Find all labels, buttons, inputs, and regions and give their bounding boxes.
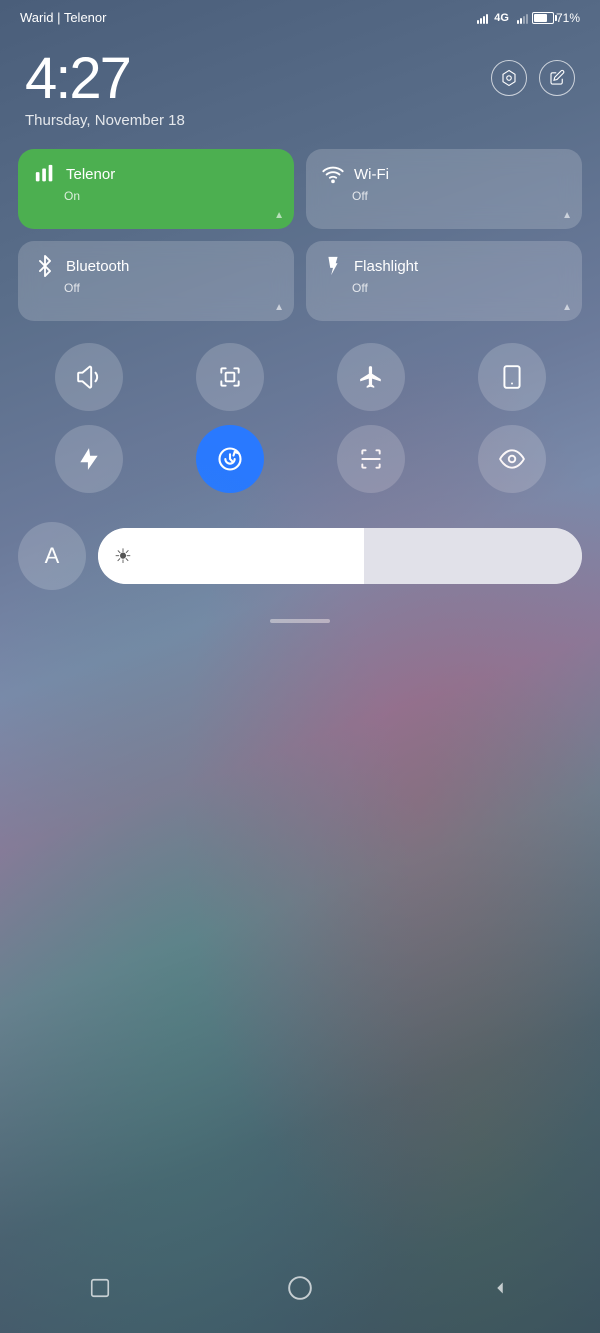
battery-percent: 71%: [556, 11, 580, 25]
scan-button[interactable]: [337, 425, 405, 493]
wifi-icon: [322, 163, 344, 185]
icon-row-2: [18, 425, 582, 493]
screenshot-button[interactable]: [196, 343, 264, 411]
bluetooth-icon: [34, 255, 56, 277]
brightness-fill: [98, 528, 364, 584]
clock-section: 4:27 Thursday, November 18: [0, 30, 600, 144]
airplane-button[interactable]: [337, 343, 405, 411]
telenor-corner-arrow: ▲: [274, 210, 284, 221]
icon-buttons-section: [0, 338, 600, 512]
brightness-section: A ☀: [0, 512, 600, 595]
wifi-status: Off: [352, 189, 566, 203]
flashlight-icon: [322, 255, 344, 277]
back-button[interactable]: [482, 1270, 518, 1306]
brightness-sun-icon: ☀: [114, 544, 132, 569]
tile-wifi[interactable]: Wi-Fi Off ▲: [306, 149, 582, 229]
battery-indicator: 71%: [532, 11, 580, 25]
tile-bluetooth[interactable]: Bluetooth Off ▲: [18, 241, 294, 321]
lock-rotation-button[interactable]: [478, 343, 546, 411]
focus-mode-button[interactable]: [196, 425, 264, 493]
bluetooth-status: Off: [64, 281, 278, 295]
wifi-corner-arrow: ▲: [562, 210, 572, 221]
tile-telenor[interactable]: Telenor On ▲: [18, 149, 294, 229]
network-type-badge: 4G: [494, 12, 509, 24]
home-indicator: [270, 619, 330, 623]
telenor-status: On: [64, 189, 278, 203]
signal-icon: [34, 163, 56, 185]
reading-mode-button[interactable]: [478, 425, 546, 493]
font-label: A: [45, 543, 60, 569]
wifi-label: Wi-Fi: [354, 166, 389, 183]
brightness-unfilled: [364, 528, 582, 584]
nav-bar: [0, 1253, 600, 1333]
bluetooth-corner-arrow: ▲: [274, 302, 284, 313]
tile-flashlight[interactable]: Flashlight Off ▲: [306, 241, 582, 321]
quick-tiles-section: Telenor On ▲ Wi-Fi Off ▲: [0, 144, 600, 338]
icon-row-1: [18, 343, 582, 411]
location-button[interactable]: [55, 425, 123, 493]
tiles-row-2: Bluetooth Off ▲ Flashlight Off ▲: [18, 241, 582, 321]
status-bar: Warid | Telenor 4G 71%: [0, 0, 600, 30]
tiles-row-1: Telenor On ▲ Wi-Fi Off ▲: [18, 149, 582, 229]
flashlight-status: Off: [352, 281, 566, 295]
recent-apps-button[interactable]: [82, 1270, 118, 1306]
edit-icon-button[interactable]: [539, 60, 575, 96]
brightness-slider[interactable]: ☀: [98, 528, 582, 584]
clock-time: 4:27: [25, 50, 185, 108]
home-indicator-area: [0, 595, 600, 633]
signal-strength-2: [517, 12, 528, 24]
carrier-text: Warid | Telenor: [20, 10, 106, 25]
font-size-button[interactable]: A: [18, 522, 86, 590]
home-button[interactable]: [282, 1270, 318, 1306]
sound-button[interactable]: [55, 343, 123, 411]
bluetooth-label: Bluetooth: [66, 258, 129, 275]
signal-strength-1: [477, 12, 488, 24]
clock-date: Thursday, November 18: [25, 112, 185, 129]
flashlight-label: Flashlight: [354, 258, 418, 275]
status-icons: 4G 71%: [477, 11, 580, 25]
flashlight-corner-arrow: ▲: [562, 302, 572, 313]
telenor-label: Telenor: [66, 166, 115, 183]
settings-icon-button[interactable]: [491, 60, 527, 96]
